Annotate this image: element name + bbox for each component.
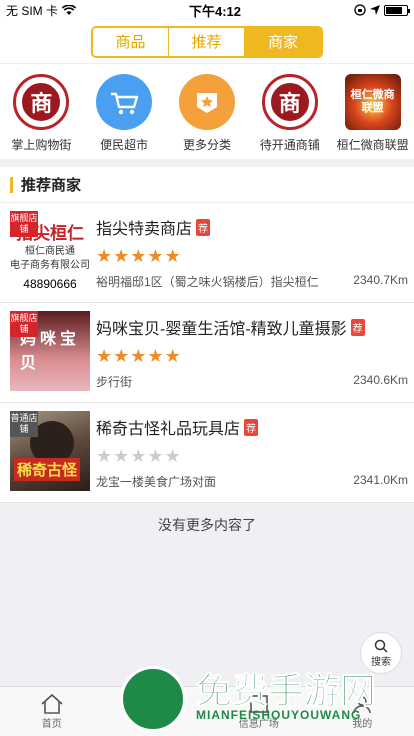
star-icon: ★: [130, 445, 148, 466]
shop-row[interactable]: 旗舰店铺 妈咪宝贝 妈咪宝贝-婴童生活馆-精致儿童摄影 荐 ★★★★★ 步行街 …: [0, 303, 414, 403]
category-more[interactable]: 更多分类: [167, 74, 247, 153]
shop-row[interactable]: 旗舰店铺 指尖桓仁 桓仁商民通 电子商务有限公司 48890666 指尖特卖商店…: [0, 203, 414, 303]
star-icon: ★: [130, 345, 148, 366]
shop-thumbnail: 普通店铺 稀奇古怪: [10, 411, 90, 491]
shop-address: 龙宝一楼美食广场对面: [96, 475, 217, 489]
nav-home[interactable]: 首页: [0, 687, 104, 736]
carrier-label: 无 SIM 卡: [6, 3, 59, 18]
star-icon: ★: [147, 445, 165, 466]
thumb-sign-text: 稀奇古怪: [14, 458, 81, 481]
recommend-tag: 荐: [196, 218, 211, 236]
rating-stars: ★★★★★: [96, 446, 408, 467]
home-icon: [41, 693, 63, 714]
status-bar: 无 SIM 卡 下午4:12: [0, 0, 414, 20]
search-button[interactable]: 搜索: [360, 632, 402, 674]
star-icon: ★: [164, 245, 182, 266]
shop-badge: 旗舰店铺: [10, 311, 38, 337]
thumb-phone: 48890666: [23, 277, 77, 291]
category-wechat-alliance[interactable]: 桓仁微商联盟 桓仁微商联盟: [333, 74, 413, 153]
shop-row[interactable]: 普通店铺 稀奇古怪 稀奇古怪礼品玩具店 荐 ★★★★★ 龙宝一楼美食广场对面 2…: [0, 403, 414, 503]
tab-recommend[interactable]: 推荐: [169, 27, 245, 56]
shop-info: 稀奇古怪礼品玩具店 荐 ★★★★★ 龙宝一楼美食广场对面 2341.0Km: [96, 411, 408, 494]
star-icon: ★: [164, 445, 182, 466]
segmented-tabs: 商品 推荐 商家: [91, 25, 323, 58]
shang-logo-icon: 商: [13, 74, 70, 130]
category-label: 桓仁微商联盟: [336, 138, 409, 152]
shop-distance: 2340.7Km: [353, 273, 408, 287]
star-tag-icon: [178, 74, 235, 130]
star-icon: ★: [113, 345, 131, 366]
section-title: 推荐商家: [21, 177, 82, 194]
category-label: 更多分类: [182, 138, 231, 152]
nav-info-square[interactable]: 信息广场: [207, 687, 311, 736]
no-more-content: 没有更多内容了: [158, 517, 256, 533]
tab-merchants[interactable]: 商家: [245, 27, 321, 56]
search-label: 搜索: [371, 656, 391, 668]
shop-thumbnail: 旗舰店铺 妈咪宝贝: [10, 311, 90, 391]
star-icon: ★: [147, 245, 165, 266]
star-icon: ★: [96, 345, 114, 366]
fire-logo-icon: 桓仁微商联盟: [344, 74, 401, 130]
nav-discover[interactable]: 发现: [104, 687, 208, 736]
category-label: 待开通商铺: [259, 138, 320, 152]
shop-info: 妈咪宝贝-婴童生活馆-精致儿童摄影 荐 ★★★★★ 步行街 2340.6Km: [96, 311, 408, 394]
nav-mine[interactable]: 我的: [311, 687, 414, 736]
shop-address: 裕明福邸1区（蜀之味火锅楼后）指尖桓仁: [96, 275, 319, 289]
thumb-sub-text: 桓仁商民通 电子商务有限公司: [10, 246, 90, 271]
shop-thumbnail: 旗舰店铺 指尖桓仁 桓仁商民通 电子商务有限公司 48890666: [10, 211, 90, 291]
bottom-nav: 首页 发现 信息广场 我的: [0, 686, 414, 736]
star-icon: ★: [130, 245, 148, 266]
tab-goods[interactable]: 商品: [93, 27, 169, 56]
category-label: 便民超市: [100, 138, 149, 152]
cart-icon: [96, 74, 153, 130]
search-icon: [374, 639, 388, 653]
location-icon: [369, 5, 380, 15]
category-supermarket[interactable]: 便民超市: [84, 74, 164, 153]
shop-name: 妈咪宝贝-婴童生活馆-精致儿童摄影: [96, 321, 347, 338]
shop-address: 步行街: [96, 375, 133, 389]
category-pending-shops[interactable]: 商 待开通商铺: [250, 74, 330, 153]
shop-name: 稀奇古怪礼品玩具店: [96, 421, 241, 438]
compass-icon: [145, 694, 166, 714]
clock: 下午4:12: [188, 3, 242, 19]
shop-info: 指尖特卖商店 荐 ★★★★★ 裕明福邸1区（蜀之味火锅楼后）指尖桓仁 2340.…: [96, 211, 408, 294]
shop-badge: 普通店铺: [10, 411, 38, 437]
shop-distance: 2341.0Km: [353, 473, 408, 487]
category-label: 掌上购物街: [11, 138, 72, 152]
rotation-lock-icon: [354, 4, 366, 16]
shop-distance: 2340.6Km: [353, 373, 408, 387]
star-icon: ★: [113, 445, 131, 466]
info-icon: [249, 695, 268, 713]
wifi-icon: [62, 4, 77, 15]
star-icon: ★: [147, 345, 165, 366]
top-header: 商品 推荐 商家: [0, 20, 414, 64]
star-icon: ★: [96, 445, 114, 466]
category-row: 商 掌上购物街 便民超市 更多分类 商 待开通商铺 桓仁微商联盟 桓仁微商联盟: [0, 64, 414, 159]
star-icon: ★: [113, 245, 131, 266]
section-accent-bar: [10, 176, 13, 193]
star-icon: ★: [96, 245, 114, 266]
recommend-tag: 荐: [350, 318, 365, 336]
shop-name: 指尖特卖商店: [96, 221, 193, 238]
star-icon: ★: [164, 345, 182, 366]
shop-badge: 旗舰店铺: [10, 211, 38, 237]
rating-stars: ★★★★★: [96, 246, 408, 267]
shang-logo-icon: 商: [261, 74, 318, 130]
rating-stars: ★★★★★: [96, 346, 408, 367]
user-icon: [353, 696, 372, 714]
battery-icon: [383, 4, 410, 16]
recommend-tag: 荐: [244, 418, 259, 436]
category-shopping-street[interactable]: 商 掌上购物街: [1, 74, 81, 153]
section-header: 推荐商家: [0, 167, 414, 203]
